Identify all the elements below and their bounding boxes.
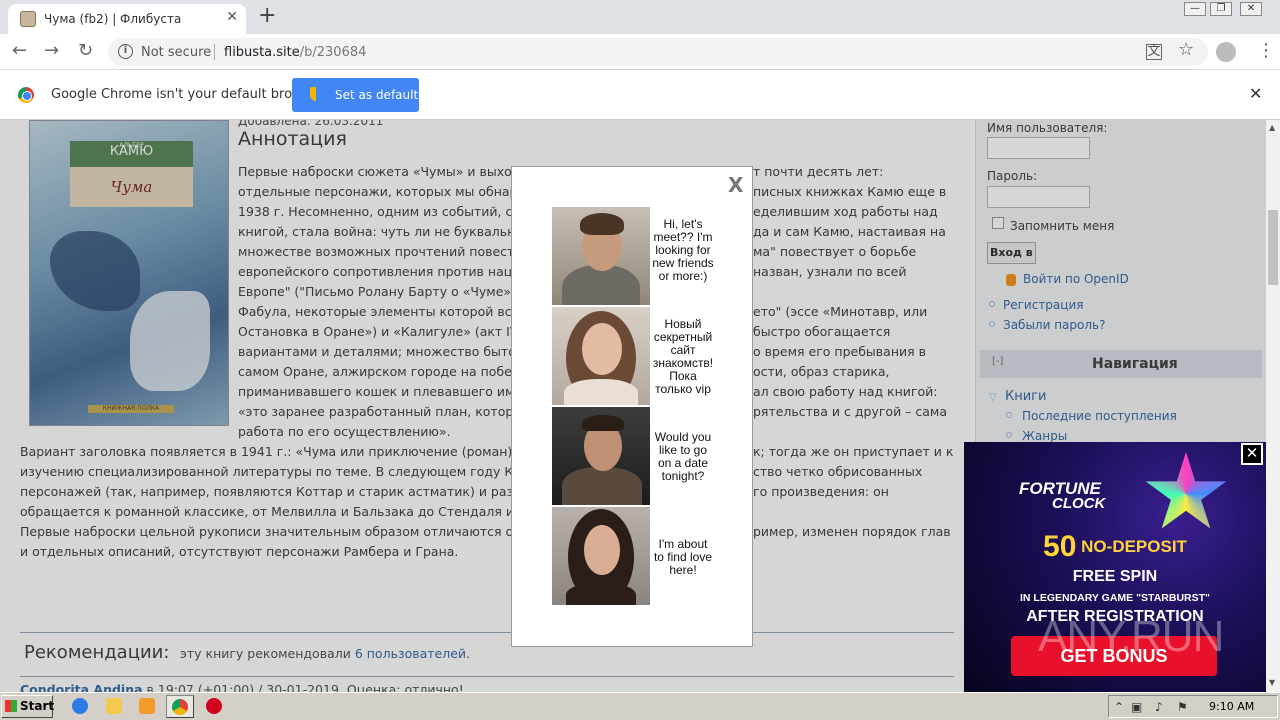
chrome-icon xyxy=(172,699,188,715)
bookmark-star-icon[interactable]: ☆ xyxy=(1178,39,1194,60)
menu-icon[interactable]: ⋮ xyxy=(1257,40,1275,61)
new-tab-button[interactable]: + xyxy=(258,4,276,28)
chrome-logo-icon xyxy=(18,87,34,103)
scroll-down-icon[interactable]: ▼ xyxy=(1269,678,1275,687)
windows-taskbar: Start ⌃ ▣ ♪ ⚑ 9:10 AM xyxy=(0,692,1280,720)
not-secure-label[interactable]: Not secure xyxy=(141,45,211,60)
tab-strip: Чума (fb2) | Флибуста ✕ + — ❐ ✕ xyxy=(0,0,1280,34)
watermark: ANY.RUN xyxy=(1038,612,1224,661)
taskbar-chrome-button[interactable] xyxy=(166,695,194,718)
ad-offer-type: NO-DEPOSIT xyxy=(1081,537,1187,556)
window-close-button[interactable]: ✕ xyxy=(1240,2,1262,16)
profile-message[interactable]: I'm about to find love here! xyxy=(652,538,714,577)
url-text[interactable]: flibusta.site/b/230684 xyxy=(224,45,366,60)
translate-icon[interactable]: 文 xyxy=(1146,44,1162,60)
set-as-default-button[interactable]: Set as default xyxy=(292,78,419,112)
profile-message[interactable]: Hi, let's meet?? I'm looking for new fri… xyxy=(652,218,714,283)
tab-close-icon[interactable]: ✕ xyxy=(226,9,238,25)
ad-offer-amount: 50 xyxy=(1043,530,1077,563)
casino-ad-banner[interactable]: FORTUNE CLOCK 50 NO-DEPOSIT FREE SPIN IN… xyxy=(964,442,1266,692)
page-scrollbar[interactable]: ▲ ▼ xyxy=(1266,120,1280,692)
tab-active[interactable]: Чума (fb2) | Флибуста ✕ xyxy=(8,4,246,34)
tray-expand-icon[interactable]: ⌃ xyxy=(1114,700,1124,714)
reload-button[interactable]: ↻ xyxy=(78,40,93,61)
ie-icon[interactable] xyxy=(72,698,88,714)
profile-photo[interactable] xyxy=(552,507,650,605)
ad-game: IN LEGENDARY GAME "STARBURST" xyxy=(1019,592,1211,604)
starburst-gem-icon xyxy=(1145,452,1227,529)
start-label: Start xyxy=(20,699,55,713)
url-domain: flibusta.site xyxy=(224,45,300,60)
back-button[interactable]: ← xyxy=(12,40,27,61)
system-tray: ⌃ ▣ ♪ ⚑ 9:10 AM xyxy=(1108,695,1278,718)
tab-title: Чума (fb2) | Флибуста xyxy=(44,12,182,26)
profile-photo[interactable] xyxy=(552,407,650,505)
default-browser-infobar: Google Chrome isn't your default browser… xyxy=(0,70,1280,120)
profile-message[interactable]: Новый секретный сайт знакомств! Пока тол… xyxy=(652,318,714,396)
windows-logo-icon xyxy=(5,700,17,712)
set-as-default-label: Set as default xyxy=(335,88,419,102)
profile-avatar-icon[interactable] xyxy=(1216,42,1236,62)
info-icon[interactable]: i xyxy=(118,44,133,59)
popup-close-button[interactable]: X xyxy=(728,173,743,197)
scroll-thumb[interactable] xyxy=(1268,210,1278,285)
infobar-message: Google Chrome isn't your default browser xyxy=(51,87,323,102)
network-icon[interactable]: ▣ xyxy=(1131,700,1142,714)
maximize-button[interactable]: ❐ xyxy=(1210,2,1232,16)
ad-close-button[interactable]: ✕ xyxy=(1241,443,1263,465)
profile-photo[interactable] xyxy=(552,207,650,305)
browser-toolbar: ← → ↻ i Not secure flibusta.site/b/23068… xyxy=(0,34,1280,70)
start-button[interactable]: Start xyxy=(1,695,55,718)
scroll-up-icon[interactable]: ▲ xyxy=(1269,123,1275,132)
ad-offer: 50 NO-DEPOSIT xyxy=(964,530,1266,564)
infobar-close-icon[interactable]: ✕ xyxy=(1249,84,1262,103)
flag-icon[interactable]: ⚑ xyxy=(1177,700,1188,714)
forward-button[interactable]: → xyxy=(44,40,59,61)
profile-message[interactable]: Would you like to go on a date tonight? xyxy=(652,431,714,483)
shield-icon xyxy=(310,87,322,101)
site-favicon-icon xyxy=(20,11,36,27)
url-path: /b/230684 xyxy=(299,45,367,60)
dating-popup: X Hi, let's meet?? I'm looking for new f… xyxy=(511,166,753,647)
ad-brand-line-2: CLOCK xyxy=(1052,495,1106,512)
profile-photo[interactable] xyxy=(552,307,650,405)
minimize-button[interactable]: — xyxy=(1184,2,1206,16)
divider xyxy=(214,44,215,60)
clock[interactable]: 9:10 AM xyxy=(1209,700,1254,713)
address-bar[interactable]: i Not secure flibusta.site/b/230684 xyxy=(108,38,1208,66)
ad-free-spin: FREE SPIN xyxy=(1072,568,1158,585)
security-app-icon[interactable] xyxy=(206,698,222,714)
volume-icon[interactable]: ♪ xyxy=(1155,700,1163,714)
media-player-icon[interactable] xyxy=(139,698,155,714)
folder-icon[interactable] xyxy=(106,698,122,714)
